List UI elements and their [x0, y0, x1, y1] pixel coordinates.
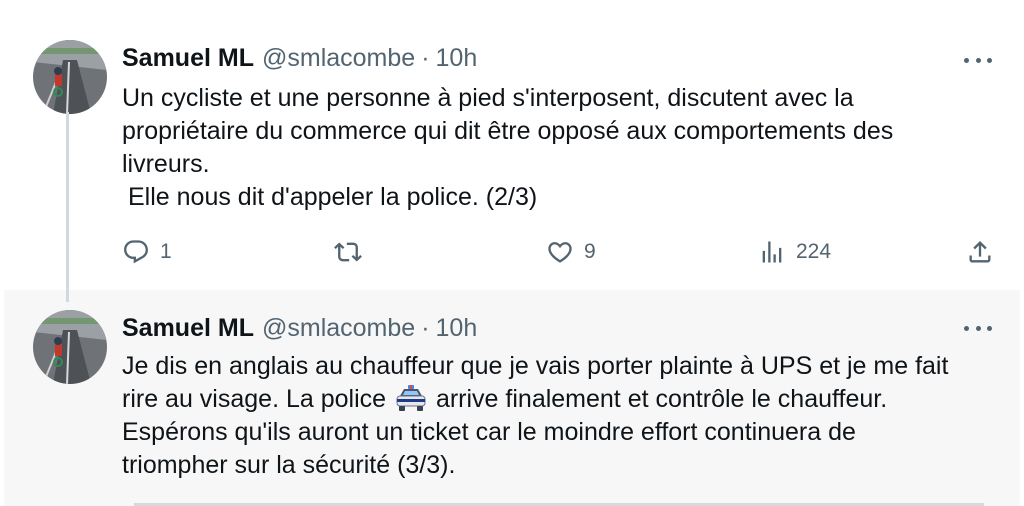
police-car-icon: [396, 385, 426, 411]
like-count: 9: [584, 240, 596, 263]
timestamp[interactable]: 10h: [436, 44, 478, 73]
author-handle[interactable]: @smlacombe: [262, 44, 415, 73]
tweet[interactable]: Samuel ML @smlacombe · 10h Je dis en ang…: [4, 290, 1020, 506]
tweet-text-line: livreurs.: [122, 150, 210, 178]
author-handle[interactable]: @smlacombe: [262, 314, 415, 343]
author-name[interactable]: Samuel ML: [122, 44, 254, 73]
reply-button[interactable]: 1: [122, 238, 172, 266]
analytics-icon: [762, 241, 782, 263]
timestamp[interactable]: 10h: [436, 314, 478, 343]
tweet-text-line: Elle nous dit d'appeler la police. (2/3): [128, 183, 538, 211]
share-icon: [969, 241, 991, 263]
tweet-text: Un cycliste et une personne à pied s'int…: [122, 82, 1002, 214]
thread-connector: [66, 112, 69, 302]
heart-icon: [548, 242, 572, 263]
tweet-text-line: Un cycliste et une personne à pied s'int…: [122, 84, 854, 112]
more-options-icon[interactable]: [964, 318, 992, 338]
avatar[interactable]: [33, 310, 107, 384]
tweet[interactable]: Samuel ML @smlacombe · 10h Un cycliste e…: [4, 0, 1020, 290]
action-bar: 1 9 224: [122, 238, 1002, 274]
tweet-text-line: Espérons qu'ils auront un ticket car le …: [122, 418, 856, 446]
more-options-icon[interactable]: [964, 50, 992, 70]
tweet-text-line: triompher sur la sécurité (3/3).: [122, 451, 456, 479]
author-name[interactable]: Samuel ML: [122, 314, 254, 343]
tweet-text-segment: rire au visage. La police: [122, 385, 387, 413]
views-button[interactable]: 224: [758, 238, 831, 266]
like-button[interactable]: 9: [546, 238, 596, 266]
retweet-icon: [334, 242, 362, 262]
reply-icon: [124, 240, 148, 264]
tweet-text-line: rire au visage. La police arrive finalem…: [122, 383, 1002, 416]
tweet-text-line: propriétaire du commerce qui dit être op…: [122, 117, 894, 145]
tweet-header: Samuel ML @smlacombe · 10h: [122, 44, 477, 73]
reply-count: 1: [160, 240, 172, 263]
share-button[interactable]: [966, 238, 994, 266]
separator-dot: ·: [421, 314, 430, 342]
avatar[interactable]: [33, 40, 107, 114]
separator-dot: ·: [421, 44, 430, 72]
tweet-header: Samuel ML @smlacombe · 10h: [122, 314, 477, 343]
retweet-button[interactable]: [334, 238, 372, 266]
tweet-text-line: Je dis en anglais au chauffeur que je va…: [122, 352, 949, 380]
tweet-text-segment: arrive finalement et contrôle le chauffe…: [435, 385, 888, 413]
views-count: 224: [796, 240, 832, 263]
tweet-text: Je dis en anglais au chauffeur que je va…: [122, 350, 1002, 482]
